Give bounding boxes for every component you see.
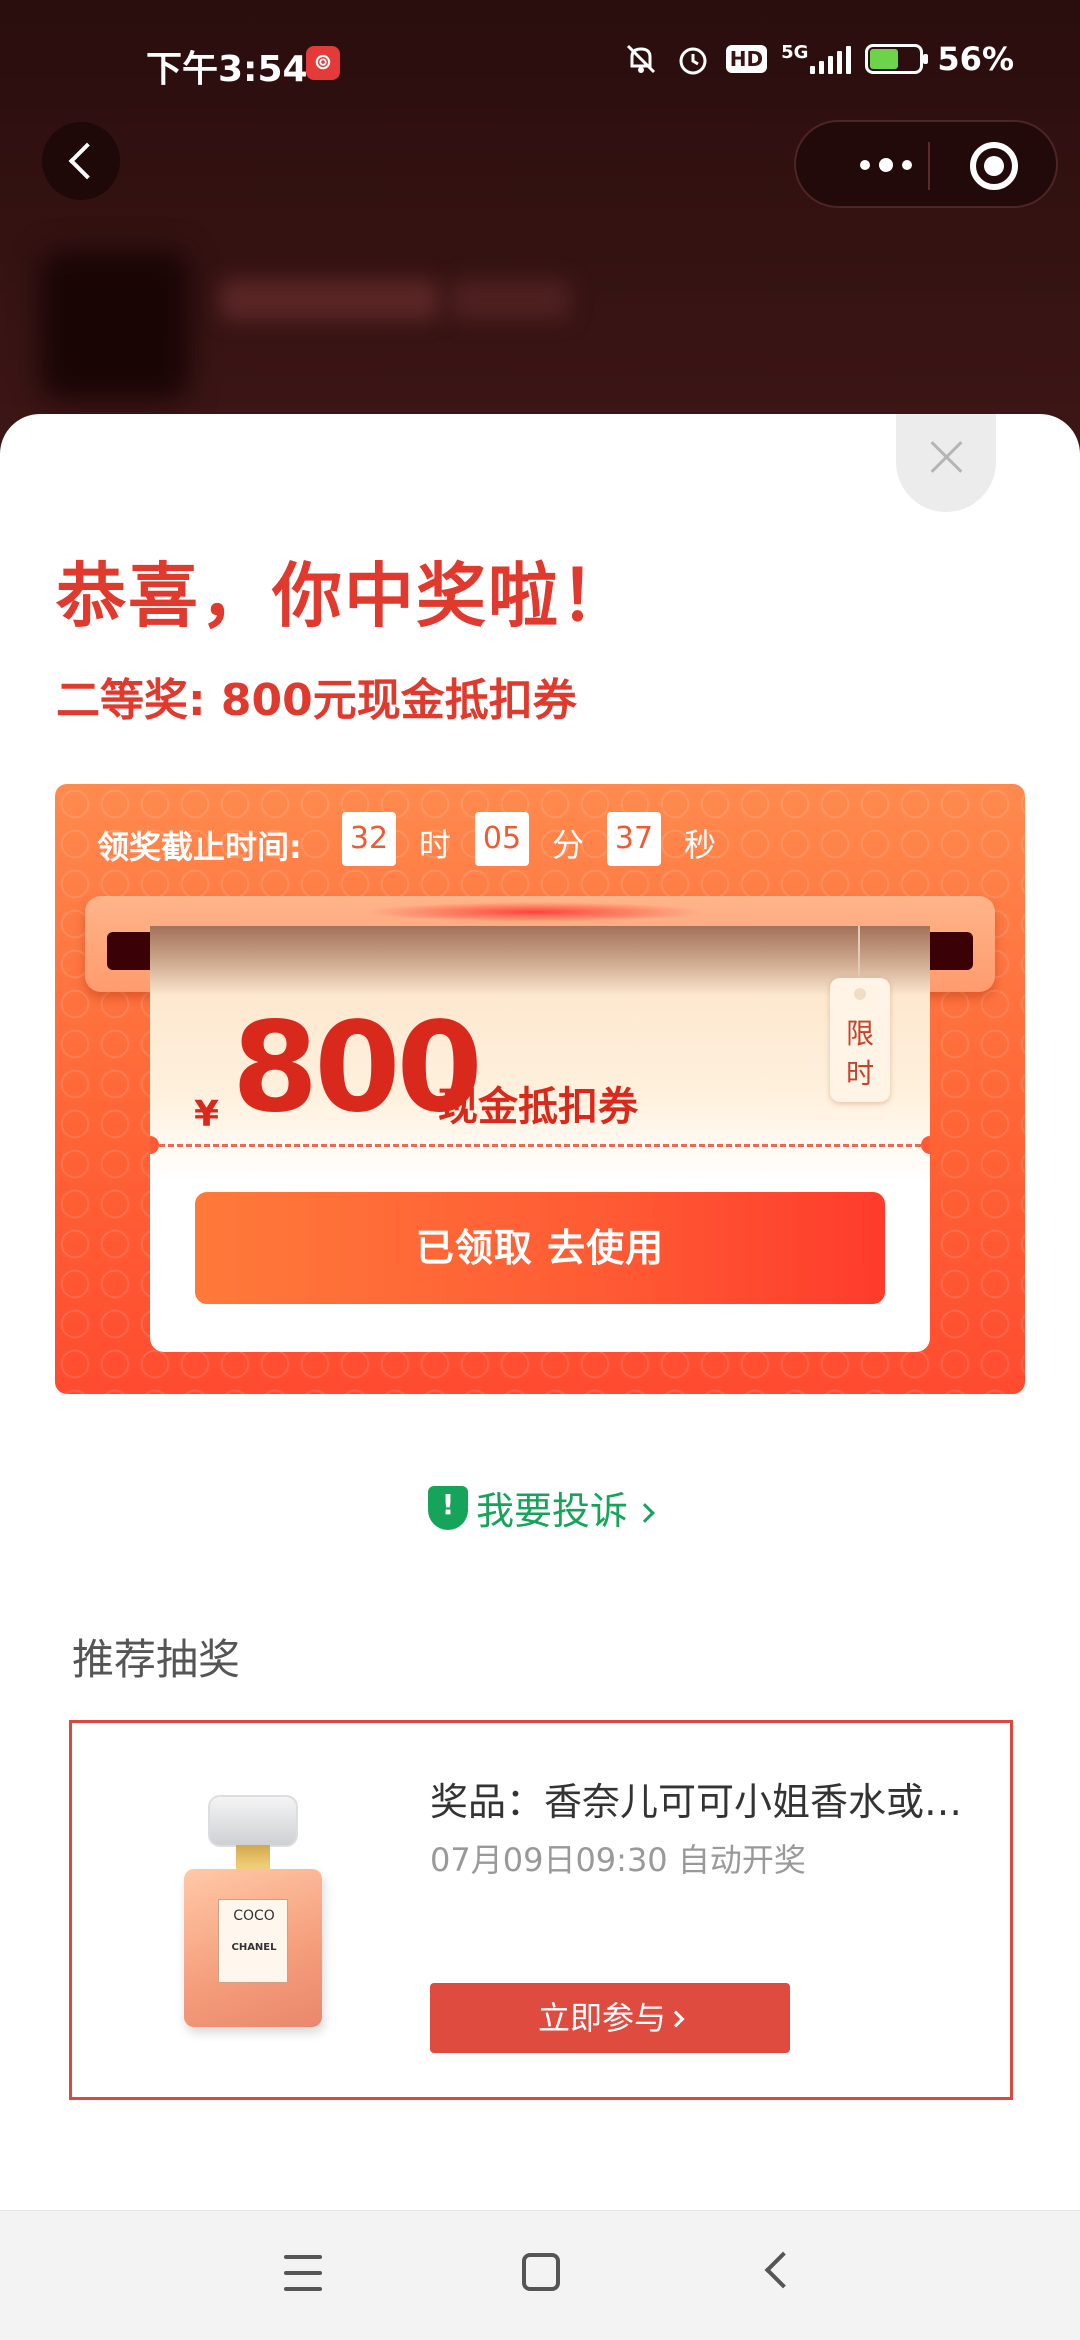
minutes-unit: 分 [552, 826, 585, 864]
seconds-unit: 秒 [684, 826, 717, 864]
hd-icon: HD [725, 45, 768, 73]
countdown-seconds: 37 [607, 812, 661, 866]
limited-time-tag: 限时 [830, 978, 890, 1102]
blurred-avatar [40, 250, 190, 400]
coupon-type: 现金抵扣券 [438, 1084, 638, 1130]
battery-icon [865, 44, 929, 74]
bell-muted-icon [622, 40, 660, 78]
prize-description: 二等奖: 800元现金抵扣券 [56, 675, 577, 726]
hours-unit: 时 [419, 826, 452, 864]
target-icon[interactable] [970, 142, 1018, 190]
complain-label: 我要投诉 [475, 1489, 628, 1533]
chevron-right-icon [635, 1503, 655, 1523]
prize-name: 奖品：香奈儿可可小姐香水或… [430, 1780, 963, 1824]
miniprogram-capsule [794, 120, 1058, 208]
signal-indicator: 5G [781, 42, 852, 74]
deadline-label: 领奖截止时间: [97, 828, 302, 866]
blurred-text [450, 280, 570, 320]
prize-sheet: 恭喜，你中奖啦！ 二等奖: 800元现金抵扣券 领奖截止时间: 32 时 05 … [0, 414, 1080, 2210]
close-icon[interactable] [896, 414, 996, 512]
ticket-divider [150, 1144, 930, 1147]
netease-music-icon: ⊚ [306, 46, 340, 80]
coupon-ticket: ¥ 800 现金抵扣券 限时 已领取 去使用 [150, 926, 930, 1352]
tag-text-line2: 时 [845, 1057, 874, 1090]
signal-bars-icon [810, 44, 852, 74]
back-button[interactable] [42, 122, 120, 200]
app-header: 下午3:54 ⊚ HD 5G 56% [0, 0, 1080, 440]
coupon-panel: 领奖截止时间: 32 时 05 分 37 秒 ¥ 800 现金抵扣券 限时 已领… [55, 784, 1025, 1394]
draw-time: 07月09日09:30 自动开奖 [430, 1841, 806, 1879]
complain-link[interactable]: 我要投诉 [0, 1480, 1080, 1535]
tag-text-line1: 限 [845, 1017, 874, 1050]
congrats-title: 恭喜，你中奖啦！ [56, 555, 632, 637]
recommend-section-title: 推荐抽奖 [72, 1635, 241, 1684]
join-button[interactable]: 立即参与 [430, 1983, 790, 2053]
recommend-card[interactable]: COCO CHANEL 奖品：香奈儿可可小姐香水或… 07月09日09:30 自… [69, 1720, 1013, 2100]
countdown-hours: 32 [342, 812, 396, 866]
battery-percent: 56% [937, 40, 1014, 78]
perfume-image: COCO CHANEL [178, 1795, 328, 2035]
blurred-text [220, 280, 440, 320]
home-icon[interactable] [522, 2253, 560, 2291]
currency-symbol: ¥ [194, 1094, 220, 1135]
status-time: 下午3:54 [146, 49, 308, 90]
network-type: 5G [781, 42, 809, 63]
alarm-icon [674, 40, 712, 78]
shield-icon [427, 1486, 468, 1530]
status-indicators: HD 5G 56% [622, 40, 1014, 78]
recent-apps-icon[interactable] [284, 2255, 322, 2291]
countdown-minutes: 05 [475, 812, 529, 866]
chevron-right-icon [667, 2010, 685, 2028]
system-nav-bar [0, 2210, 1080, 2340]
more-dots-icon[interactable] [836, 122, 936, 208]
join-button-label: 立即参与 [537, 1999, 666, 2037]
use-coupon-button[interactable]: 已领取 去使用 [195, 1192, 885, 1304]
back-icon[interactable] [764, 2251, 802, 2289]
